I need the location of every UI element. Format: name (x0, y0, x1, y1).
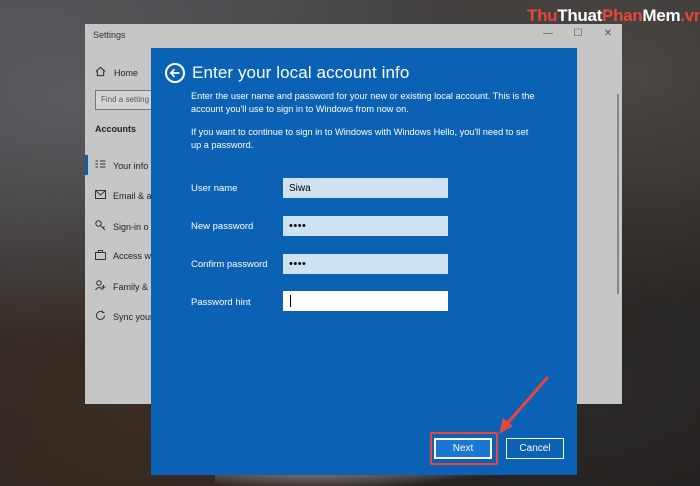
settings-titlebar: Settings — ☐ ✕ (85, 24, 622, 46)
settings-scrollbar[interactable] (617, 94, 619, 294)
close-button[interactable]: ✕ (602, 28, 614, 39)
sync-icon (95, 310, 105, 323)
instruction-line: account you'll use to sign in to Windows… (191, 104, 409, 114)
dialog-header: Enter your local account info (165, 63, 409, 83)
confirm-password-field[interactable]: •••• (283, 254, 448, 274)
window-controls: — ☐ ✕ (542, 28, 614, 39)
sidebar-item-family[interactable]: Family & o (95, 280, 156, 293)
new-password-value: •••• (289, 220, 307, 232)
sidebar-item-sign-in[interactable]: Sign-in o (95, 220, 149, 233)
dialog-hello-note: If you want to continue to sign in to Wi… (191, 126, 561, 152)
sidebar-item-label: Email & a (113, 190, 152, 201)
new-password-field[interactable]: •••• (283, 216, 448, 236)
key-icon (95, 220, 106, 233)
cancel-button[interactable]: Cancel (506, 438, 564, 459)
sidebar-item-access-work[interactable]: Access wo (95, 250, 156, 262)
sidebar-item-label: Your info (113, 160, 149, 171)
mail-icon (95, 190, 106, 201)
person-add-icon (95, 280, 106, 293)
sidebar-item-your-info[interactable]: Your info (95, 160, 148, 171)
username-value: Siwa (289, 182, 311, 194)
maximize-button[interactable]: ☐ (572, 28, 584, 39)
username-field[interactable]: Siwa (283, 178, 448, 198)
sidebar-home[interactable]: Home (95, 66, 138, 79)
instruction-line: Enter the user name and password for you… (191, 91, 535, 101)
sidebar-item-sync[interactable]: Sync your (95, 310, 153, 323)
note-line: up a password. (191, 140, 254, 150)
person-card-icon (95, 160, 106, 171)
username-label: User name (191, 183, 238, 194)
settings-sidebar: Home Find a setting Accounts Your info E… (85, 46, 156, 404)
back-arrow-icon[interactable] (165, 63, 185, 83)
dialog-title: Enter your local account info (192, 63, 410, 82)
briefcase-icon (95, 250, 106, 262)
annotation-highlight-box (430, 432, 498, 465)
sidebar-item-label: Sign-in o (113, 221, 149, 232)
annotation-arrow-icon (499, 376, 549, 434)
dialog-instructions: Enter the user name and password for you… (191, 90, 561, 116)
confirm-password-label: Confirm password (191, 259, 268, 270)
sidebar-item-label: Family & o (113, 281, 156, 292)
text-cursor (290, 295, 291, 307)
watermark-logo: ThuThuatPhanMem.vn (527, 6, 700, 25)
sidebar-item-email[interactable]: Email & a (95, 190, 152, 201)
home-icon (95, 66, 106, 79)
note-line: If you want to continue to sign in to Wi… (191, 127, 529, 137)
password-hint-label: Password hint (191, 297, 251, 308)
new-password-label: New password (191, 221, 254, 232)
sidebar-section-accounts: Accounts (95, 124, 137, 134)
sidebar-home-label: Home (114, 67, 139, 78)
sidebar-item-label: Sync your (113, 311, 154, 322)
settings-window-title: Settings (93, 30, 126, 40)
confirm-password-value: •••• (289, 258, 307, 270)
password-hint-field[interactable] (283, 291, 448, 311)
active-indicator (85, 155, 88, 175)
minimize-button[interactable]: — (542, 28, 554, 39)
search-input[interactable]: Find a setting (95, 90, 155, 110)
sidebar-item-label: Access wo (113, 251, 157, 261)
